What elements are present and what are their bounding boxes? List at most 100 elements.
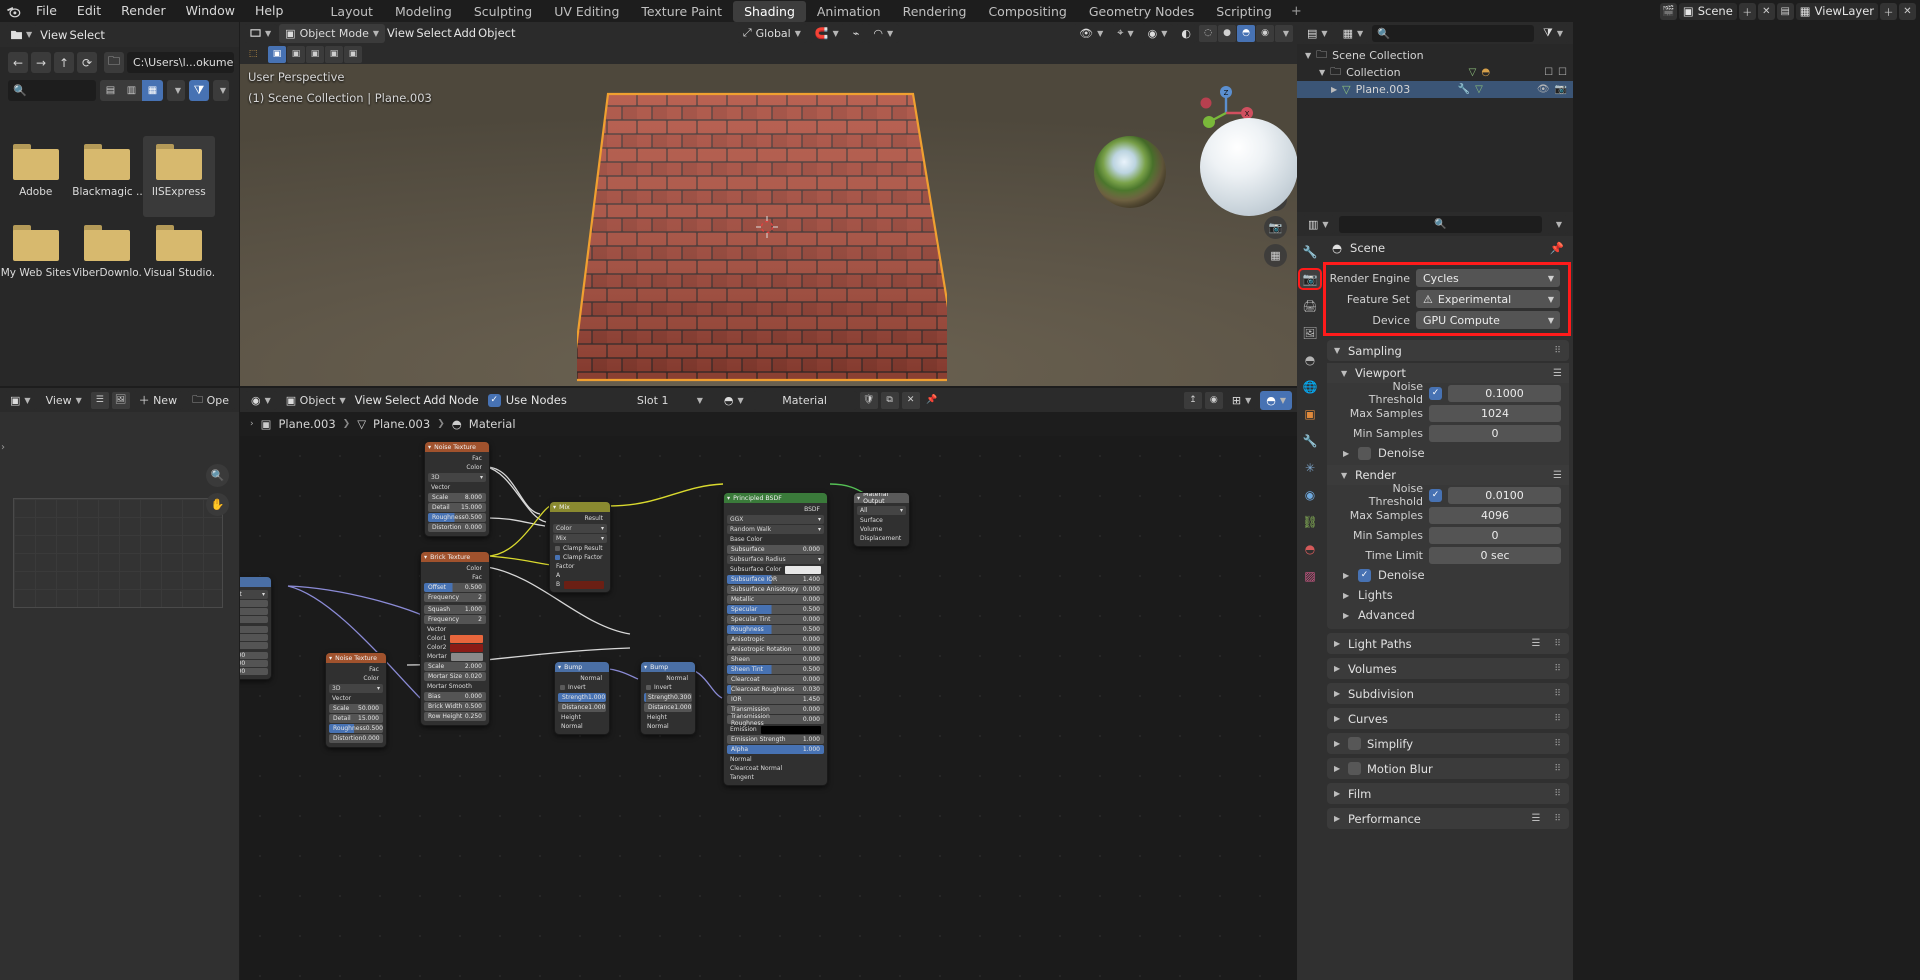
menu-edit[interactable]: Edit [67,0,111,22]
shading-solid-icon[interactable]: ● [1218,25,1236,42]
node-output-color[interactable]: Color [424,564,486,573]
drag-dots-icon[interactable]: ⠿ [1554,764,1562,774]
chevron-right-icon[interactable]: ▶ [1331,85,1337,94]
material-icon[interactable]: ◓ [1481,67,1490,78]
camera-view-icon[interactable]: 📷 [1264,216,1287,239]
fb-menu-select[interactable]: Select [69,28,104,42]
shader-type-selector[interactable]: ▣ Object▼ [280,391,352,410]
node-prop-scale[interactable]: Scale8.000 [428,493,486,502]
viewport-denoise-toggle[interactable]: ▶ Denoise [1327,443,1569,463]
node-input-surface[interactable]: Surface [857,516,906,525]
viewport-editor-type-selector[interactable]: ▼ [244,24,277,43]
chevron-down-icon[interactable]: ▾ [644,664,647,671]
node-prop-anisotropic-rotation[interactable]: Anisotropic Rotation0.000 [727,645,824,654]
subdivision-header[interactable]: ▶ Subdivision ⠿ [1327,683,1569,704]
tab-texture-paint[interactable]: Texture Paint [630,1,733,22]
new-scene-icon[interactable]: ＋ [1739,3,1756,20]
node-header[interactable]: ▾ Noise Texture [326,653,386,663]
node-input-normal[interactable]: Normal [727,755,824,764]
node-prop-roughness[interactable]: Roughness0.500 [329,724,383,733]
node-input-factor[interactable]: Factor [553,562,607,571]
node-prop-emission-strength[interactable]: Emission Strength1.000 [727,735,824,744]
shading-material-preview-icon[interactable]: ◓ [1237,25,1255,42]
new-folder-icon[interactable]: 🗀 [104,52,124,73]
tab-tool[interactable]: 🔧 [1300,243,1320,261]
node-shading-preview-icon[interactable]: ◓▼ [1260,391,1292,410]
light-paths-header[interactable]: ▶ Light Paths ☰ ⠿ [1327,633,1569,654]
image-editor-type-selector[interactable]: ▣▼ [4,391,37,410]
file-item-my-web-sites[interactable]: My Web Sites [0,217,72,298]
node-prop-subsurface-ior[interactable]: Subsurface IOR1.400 [727,575,824,584]
drag-dots-icon[interactable]: ⠿ [1554,664,1562,674]
node-header[interactable]: ▾ Material Output [854,493,909,503]
node-input-height[interactable]: Height [558,713,606,722]
select-extend-icon[interactable]: ▣ [287,46,305,63]
filter-options-chevron-down-icon[interactable]: ▼ [213,80,229,101]
xray-toggle[interactable]: ◐ [1175,24,1197,43]
tab-output[interactable]: 🖨 [1300,297,1320,315]
select-set-icon[interactable]: ▣ [268,46,286,63]
node-brick-texture[interactable]: ▾ Brick Texture Color Fac Offset0.500 Fr… [420,551,490,726]
node-output-normal[interactable]: Normal [644,674,692,683]
viewport-overlays-selector[interactable]: ◉▼ [1142,24,1174,43]
node-prop-sheen[interactable]: Sheen0.000 [727,655,824,664]
file-item-viberdownloads[interactable]: ViberDownlo... [72,217,144,298]
node-bump-2[interactable]: ▾ Bump Normal Invert Strength0.300 Dista… [640,661,696,735]
node-noise-texture-bottom[interactable]: ▾ Noise Texture Fac Color 3D▾ Vector Sca… [325,652,387,748]
tab-modeling[interactable]: Modeling [384,1,463,22]
node-prop-alpha[interactable]: Alpha1.000 [727,745,824,754]
overlay-toggle-icon[interactable]: ◉ [1205,392,1223,409]
node-prop-bias[interactable]: Bias0.000 [424,692,486,701]
node-output-color[interactable]: Color [428,463,486,472]
outliner-row-scene-collection[interactable]: ▼ 🗀 Scene Collection [1297,47,1573,64]
viewport-gizmo-selector[interactable]: ⌖▼ [1111,24,1139,43]
node-target-dropdown[interactable]: All▾ [857,506,906,515]
node-output-result[interactable]: Result [553,514,607,523]
node-prop-offset-frequency[interactable]: Frequency2 [424,593,486,602]
node-input-base-color[interactable]: Base Color [727,535,824,544]
node-input-volume[interactable]: Volume [857,525,906,534]
drag-dots-icon[interactable]: ⠿ [1554,714,1562,724]
node-prop-detail[interactable]: Detail15.000 [428,503,486,512]
node-texture-coordinate-partial[interactable]: ▾ Point▾ 0m 0m 0m 0° 0° 0° 1.000 1.000 1… [240,576,272,680]
material-browse-icon[interactable]: ◓▼ [718,391,750,410]
snap-toggle[interactable]: ⌁ [847,24,866,43]
tab-modifiers[interactable]: 🔧 [1300,432,1320,450]
outliner-display-mode-selector[interactable]: ▦▼ [1337,24,1370,43]
drag-dots-icon[interactable]: ⠿ [1554,739,1562,749]
sampling-header[interactable]: ▼ Sampling ⠿ [1327,340,1569,361]
node-dimension-dropdown[interactable]: 3D▾ [428,473,486,482]
simplify-header[interactable]: ▶ Simplify ⠿ [1327,733,1569,754]
remove-viewlayer-icon[interactable]: ✕ [1899,3,1916,20]
motion-blur-checkbox[interactable] [1348,762,1361,775]
node-prop-distortion[interactable]: Distortion0.000 [428,523,486,532]
node-canvas[interactable]: ▾ Noise Texture Fac Color 3D▾ Vector Sca… [240,436,1297,980]
sidebar-expand-chevron-right-icon[interactable]: › [1,442,5,453]
simplify-checkbox[interactable] [1348,737,1361,750]
menu-help[interactable]: Help [245,0,294,22]
node-invert-checkbox[interactable]: Invert [644,683,692,692]
node-input-emission[interactable]: Emission [727,725,824,734]
fb-menu-view[interactable]: View [40,28,67,42]
chevron-down-icon[interactable]: ▾ [428,444,431,451]
tab-rendering[interactable]: Rendering [892,1,978,22]
render-time-limit-field[interactable]: 0 sec [1429,547,1561,564]
node-bump-1[interactable]: ▾ Bump Normal Invert Strength1.000 Dista… [554,661,610,735]
new-image-button[interactable]: ＋ New [133,391,184,410]
tab-physics[interactable]: ◉ [1300,486,1320,504]
tab-render[interactable]: 📷 [1300,270,1320,288]
material-slot-selector[interactable]: Slot 1▼ [631,391,709,410]
node-prop-sheen-tint[interactable]: Sheen Tint0.500 [727,665,824,674]
object-mode-selector[interactable]: ▣ Object Mode▼ [279,24,385,43]
shading-options-chevron-down-icon[interactable]: ▼ [1275,25,1293,42]
properties-options-chevron-down-icon[interactable]: ▼ [1546,215,1568,234]
display-horizontal-list-icon[interactable]: ▥ [121,80,142,101]
breadcrumb-mesh[interactable]: Plane.003 [373,417,430,431]
tab-view-layer[interactable]: 🖼 [1300,324,1320,342]
sh-menu-add[interactable]: Add [423,393,445,407]
drag-dots-icon[interactable]: ⠿ [1554,789,1562,799]
node-prop-clearcoat-roughness[interactable]: Clearcoat Roughness0.030 [727,685,824,694]
file-grid-container[interactable]: Adobe Blackmagic ... IISExpress My Web S… [0,130,239,386]
display-vertical-list-icon[interactable]: ▤ [100,80,121,101]
add-workspace-button[interactable]: + [1283,4,1310,19]
